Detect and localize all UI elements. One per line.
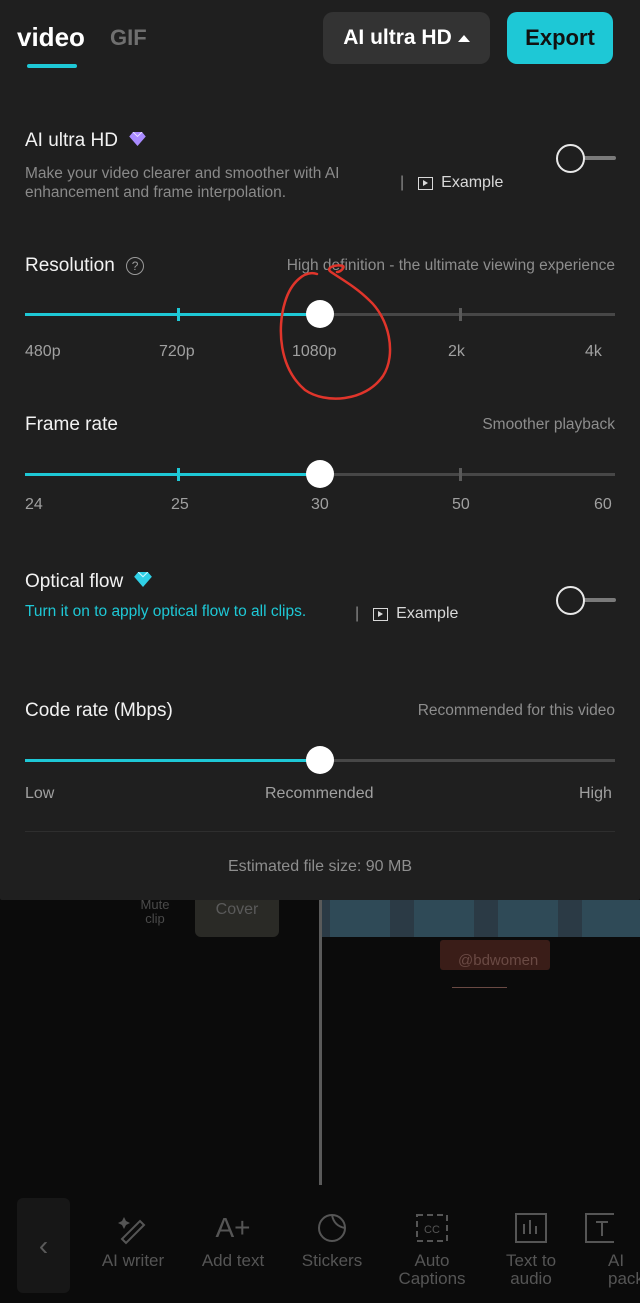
code-rate-slider-knob[interactable] <box>306 746 334 774</box>
timeline-playhead[interactable] <box>319 900 322 1185</box>
red-circle-annotation <box>279 264 392 400</box>
separator: | <box>400 174 405 191</box>
resolution-option[interactable]: 2k <box>448 343 465 361</box>
code-rate-title: Code rate (Mbps) <box>25 700 173 721</box>
premium-gem-icon <box>129 132 146 146</box>
toolbar-label: AI packa <box>608 1251 640 1288</box>
tab-gif[interactable]: GIF <box>110 25 147 51</box>
code-rate-hint: Recommended for this video <box>417 702 615 719</box>
separator: | <box>355 605 360 622</box>
arrow-icon <box>452 987 507 988</box>
toolbar-label: Stickers <box>301 1251 363 1270</box>
frame-rate-option[interactable]: 50 <box>452 496 470 514</box>
resolution-option[interactable]: 720p <box>159 343 195 361</box>
export-button[interactable]: Export <box>507 12 613 64</box>
play-icon <box>373 607 389 621</box>
optical-flow-toggle[interactable] <box>556 585 616 615</box>
text-to-audio-icon <box>485 1210 577 1246</box>
ai-ultra-hd-description: Make your video clearer and smoother wit… <box>25 165 340 201</box>
toolbar-label: Text to audio <box>505 1251 557 1288</box>
tab-video[interactable]: video <box>17 22 85 53</box>
play-icon <box>418 176 434 190</box>
sticker-track-item[interactable]: @bdwomen <box>440 940 550 988</box>
code-rate-slider[interactable] <box>25 745 615 775</box>
divider <box>25 831 615 832</box>
toolbar-label: AI writer <box>101 1251 165 1270</box>
estimated-file-size: Estimated file size: 90 MB <box>227 858 413 875</box>
resolution-title: Resolution ? <box>25 255 145 277</box>
frame-rate-option[interactable]: 25 <box>171 496 189 514</box>
quality-dropdown-button[interactable]: AI ultra HD <box>323 12 490 64</box>
ai-writer-icon <box>87 1210 179 1246</box>
video-track[interactable] <box>322 900 640 937</box>
mute-clip-label[interactable]: Mute clip <box>135 898 175 926</box>
toolbar-label: Add text <box>201 1251 265 1270</box>
toolbar-ai-package[interactable]: AI packa <box>584 1210 640 1288</box>
help-icon[interactable]: ? <box>126 257 145 275</box>
code-rate-label-low: Low <box>25 785 55 802</box>
frame-rate-option[interactable]: 24 <box>25 496 43 514</box>
toolbar-ai-writer[interactable]: AI writer <box>87 1210 179 1270</box>
chevron-left-icon: ‹ <box>38 1229 49 1261</box>
optical-flow-example-link[interactable]: | Example <box>355 605 458 623</box>
stickers-icon <box>286 1210 378 1246</box>
toolbar-auto-captions[interactable]: CC Auto Captions <box>386 1210 478 1288</box>
active-tab-indicator <box>27 64 77 68</box>
example-label: Example <box>396 605 459 622</box>
frame-rate-option[interactable]: 60 <box>594 496 612 514</box>
ai-ultra-hd-toggle[interactable] <box>556 143 616 173</box>
sticker-text: @bdwomen <box>458 952 539 969</box>
ai-ultra-hd-title: AI ultra HD <box>25 130 146 152</box>
quality-label: AI ultra HD <box>343 26 452 49</box>
code-rate-label-recommended: Recommended <box>265 785 374 802</box>
ai-ultra-hd-example-link[interactable]: | Example <box>400 174 503 192</box>
back-button[interactable]: ‹ <box>17 1198 70 1293</box>
svg-text:CC: CC <box>424 1224 440 1236</box>
ai-package-icon <box>584 1210 640 1246</box>
code-rate-label-high: High <box>579 785 612 802</box>
toolbar-add-text[interactable]: A+ Add text <box>187 1210 279 1270</box>
export-label: Export <box>525 25 595 50</box>
add-text-icon: A+ <box>215 1212 251 1243</box>
toolbar-label: Auto Captions <box>398 1251 466 1288</box>
toolbar-text-to-audio[interactable]: Text to audio <box>485 1210 577 1288</box>
export-settings-sheet: video GIF AI ultra HD Export AI ultra HD… <box>0 0 640 900</box>
premium-gem-icon <box>134 571 153 587</box>
captions-icon: CC <box>386 1210 478 1246</box>
optical-flow-description[interactable]: Turn it on to apply optical flow to all … <box>25 603 306 621</box>
frame-rate-option[interactable]: 30 <box>311 496 329 514</box>
caret-up-icon <box>457 34 470 42</box>
resolution-option[interactable]: 4k <box>585 343 602 361</box>
frame-rate-hint: Smoother playback <box>482 416 615 433</box>
cover-label: Cover <box>215 901 259 918</box>
frame-rate-slider-knob[interactable] <box>306 460 334 488</box>
toolbar-stickers[interactable]: Stickers <box>286 1210 378 1270</box>
frame-rate-title: Frame rate <box>25 414 118 435</box>
frame-rate-slider[interactable] <box>25 459 615 489</box>
optical-flow-title: Optical flow <box>25 571 153 593</box>
resolution-option[interactable]: 480p <box>25 343 61 361</box>
example-label: Example <box>441 174 504 191</box>
cover-thumbnail[interactable]: Cover <box>195 900 279 937</box>
